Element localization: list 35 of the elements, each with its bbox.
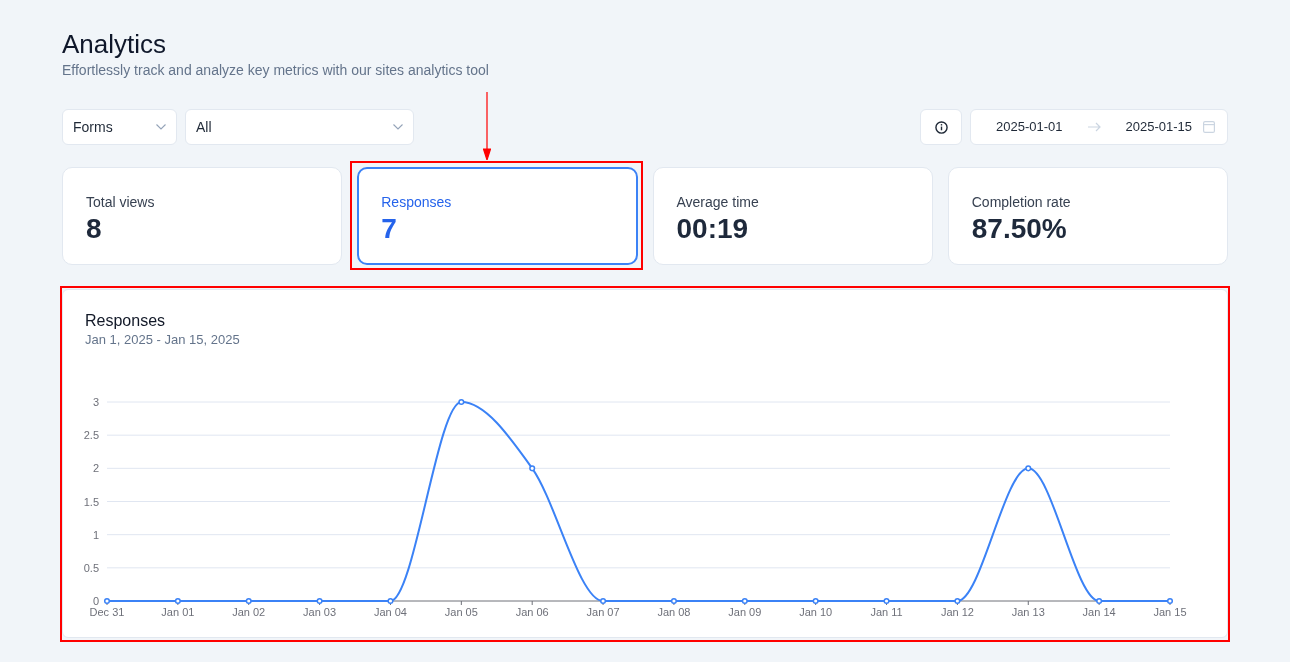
page-subtitle: Effortlessly track and analyze key metrics with our sites analytics tool (62, 61, 489, 80)
x-axis-label: Jan 11 (870, 606, 903, 618)
y-axis-label: 0.5 (83, 561, 99, 574)
x-axis-label: Jan 06 (515, 606, 549, 618)
x-axis-label: Jan 09 (728, 606, 762, 618)
chart-title: Responses (85, 311, 166, 331)
metric-label: Average time (676, 193, 759, 212)
metric-value: 87.50% (971, 212, 1067, 246)
x-axis-label: Jan 07 (586, 606, 620, 618)
x-axis-label: Jan 10 (799, 606, 833, 618)
metric-value: 8 (86, 212, 102, 246)
y-axis-label: 2.5 (83, 429, 99, 442)
x-axis-label: Jan 15 (1153, 606, 1187, 618)
y-axis-label: 1.5 (83, 495, 99, 508)
chart-subtitle: Jan 1, 2025 - Jan 15, 2025 (85, 331, 240, 349)
x-axis-label: Jan 08 (657, 606, 691, 618)
y-axis-label: 0 (92, 595, 99, 607)
x-axis-label: Jan 13 (1011, 606, 1045, 618)
metric-value: 00:19 (676, 212, 749, 246)
x-axis-label: Jan 14 (1082, 606, 1116, 618)
x-axis-label: Jan 05 (444, 606, 478, 618)
x-axis-label: Jan 04 (373, 606, 407, 618)
x-axis-label: Jan 03 (303, 606, 337, 618)
metric-label: Total views (86, 193, 155, 212)
x-axis-label: Jan 12 (940, 606, 974, 618)
x-axis-label: Dec 31 (89, 606, 125, 618)
metric-value: 7 (381, 212, 397, 246)
metric-label: Completion rate (971, 193, 1071, 212)
y-axis-label: 1 (92, 528, 99, 541)
y-axis-label: 2 (92, 462, 99, 475)
metric-label: Responses (381, 193, 452, 212)
y-axis-label: 3 (92, 396, 99, 408)
page-title: Analytics (62, 28, 167, 60)
x-axis-label: Jan 01 (161, 606, 195, 618)
x-axis-label: Jan 02 (232, 606, 266, 618)
